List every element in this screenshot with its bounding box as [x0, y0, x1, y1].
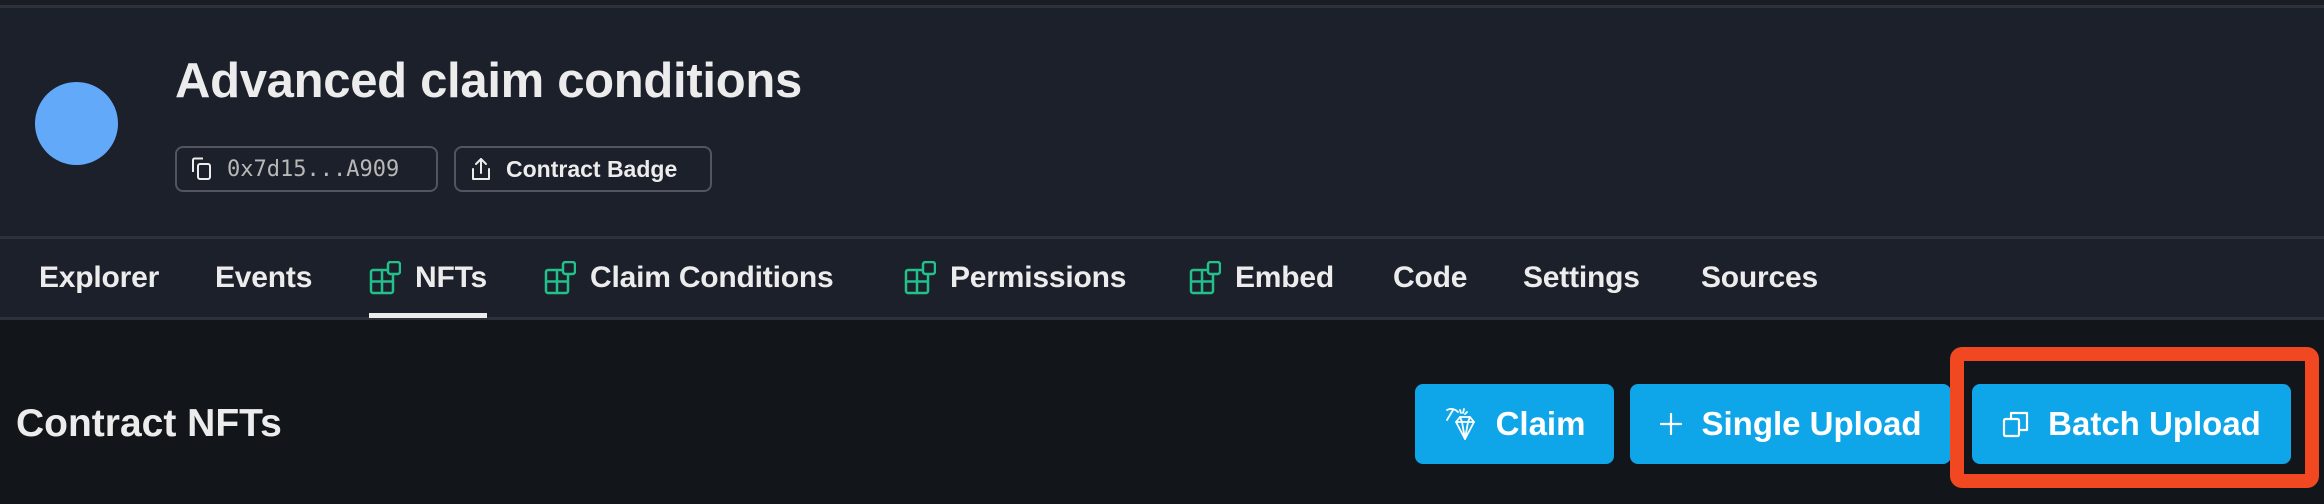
extension-blocks-icon — [1189, 261, 1221, 295]
contract-badge-label: Contract Badge — [506, 155, 678, 182]
tab-permissions[interactable]: Permissions — [904, 239, 1126, 317]
single-upload-button[interactable]: Single Upload — [1630, 384, 1951, 464]
tab-claim-conditions[interactable]: Claim Conditions — [544, 239, 834, 317]
contract-badge-button[interactable]: Contract Badge — [454, 146, 712, 192]
copy-address-button[interactable]: 0x7d15...A909 — [175, 146, 438, 192]
contract-header: Advanced claim conditions 0x7d15...A909 … — [0, 0, 2324, 236]
tab-settings[interactable]: Settings — [1523, 239, 1640, 317]
tab-label: NFTs — [415, 261, 487, 294]
tab-explorer[interactable]: Explorer — [39, 239, 159, 317]
claim-button[interactable]: Claim — [1415, 384, 1614, 464]
tab-label: Embed — [1235, 261, 1335, 294]
tab-label: Settings — [1523, 261, 1640, 294]
share-upload-icon — [472, 158, 490, 180]
tab-sources[interactable]: Sources — [1701, 239, 1818, 317]
extension-blocks-icon — [369, 261, 401, 295]
plus-icon — [1660, 412, 1683, 436]
page-title: Advanced claim conditions — [175, 54, 802, 108]
diamond-pickaxe-icon — [1445, 407, 1475, 440]
tab-code[interactable]: Code — [1393, 239, 1467, 317]
tab-label: Claim Conditions — [590, 261, 834, 294]
extension-blocks-icon — [544, 261, 576, 295]
tab-events[interactable]: Events — [215, 239, 312, 317]
tab-label: Sources — [1701, 261, 1818, 294]
extension-blocks-icon — [904, 261, 936, 295]
contract-avatar — [35, 82, 118, 165]
claim-button-label: Claim — [1495, 405, 1586, 442]
batch-upload-button[interactable]: Batch Upload — [1972, 384, 2291, 464]
copy-stack-icon — [2003, 411, 2029, 438]
tab-label: Code — [1393, 261, 1468, 294]
single-upload-button-label: Single Upload — [1701, 405, 1922, 442]
section-title: Contract NFTs — [16, 402, 282, 445]
tab-label: Events — [215, 261, 313, 294]
tab-label: Explorer — [39, 261, 160, 294]
copy-icon — [192, 157, 211, 180]
tab-embed[interactable]: Embed — [1189, 239, 1334, 317]
tab-label: Permissions — [950, 261, 1127, 294]
contract-tabs: Explorer Events NFTs Claim Conditions Pe… — [0, 236, 2324, 320]
batch-upload-button-label: Batch Upload — [2048, 405, 2261, 442]
tab-nfts[interactable]: NFTs — [369, 239, 487, 318]
contract-address: 0x7d15...A909 — [227, 156, 400, 182]
